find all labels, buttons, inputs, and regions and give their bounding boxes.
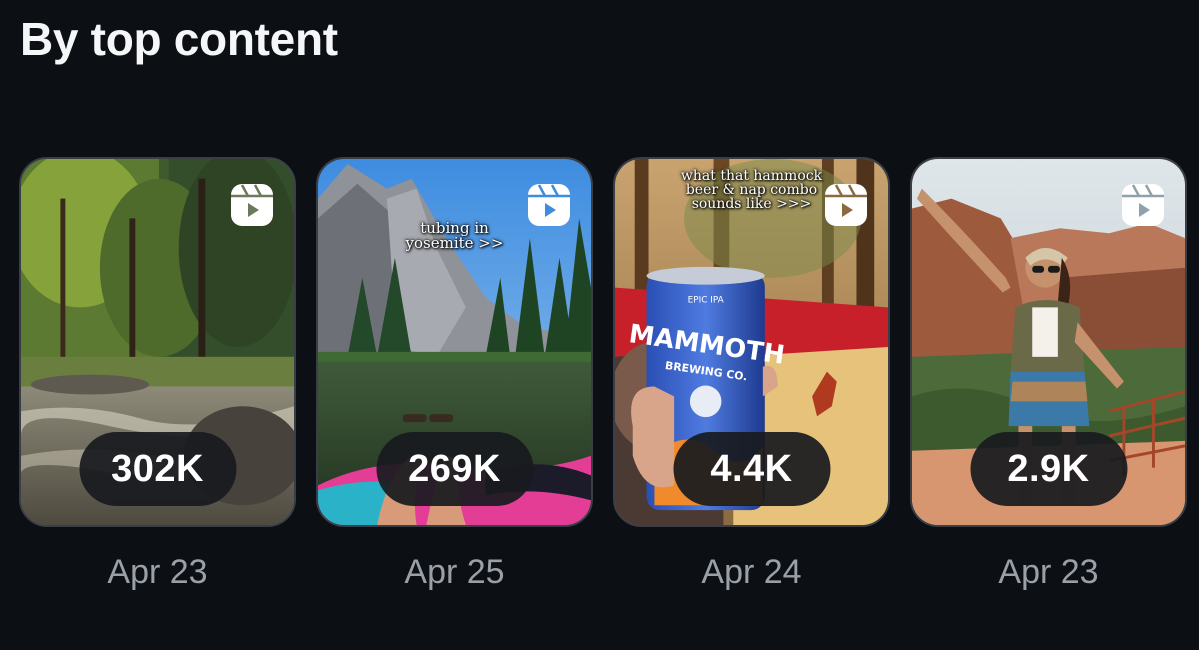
top-content-card-3[interactable]: EPIC IPA MAMMOTH BREWING CO. what that h… bbox=[613, 157, 890, 527]
caption-line: yosemite >> bbox=[405, 234, 504, 252]
reels-icon bbox=[1119, 181, 1167, 229]
top-content-card-2[interactable]: tubing in yosemite >> 269K bbox=[316, 157, 593, 527]
view-count-badge: 2.9K bbox=[970, 432, 1127, 506]
post-date: Apr 23 bbox=[107, 553, 208, 591]
reels-icon bbox=[228, 181, 276, 229]
reels-icon bbox=[822, 181, 870, 229]
post-date: Apr 25 bbox=[404, 553, 505, 591]
can-text-epic: EPIC IPA bbox=[688, 295, 724, 305]
view-count-badge: 4.4K bbox=[673, 432, 830, 506]
post-date: Apr 23 bbox=[998, 553, 1099, 591]
view-count-badge: 269K bbox=[376, 432, 533, 506]
section-title: By top content bbox=[20, 13, 338, 65]
reels-icon bbox=[525, 181, 573, 229]
top-content-card-1[interactable]: 302K bbox=[19, 157, 296, 527]
post-date: Apr 24 bbox=[701, 553, 802, 591]
view-count-badge: 302K bbox=[79, 432, 236, 506]
top-content-card-4[interactable]: 2.9K bbox=[910, 157, 1187, 527]
